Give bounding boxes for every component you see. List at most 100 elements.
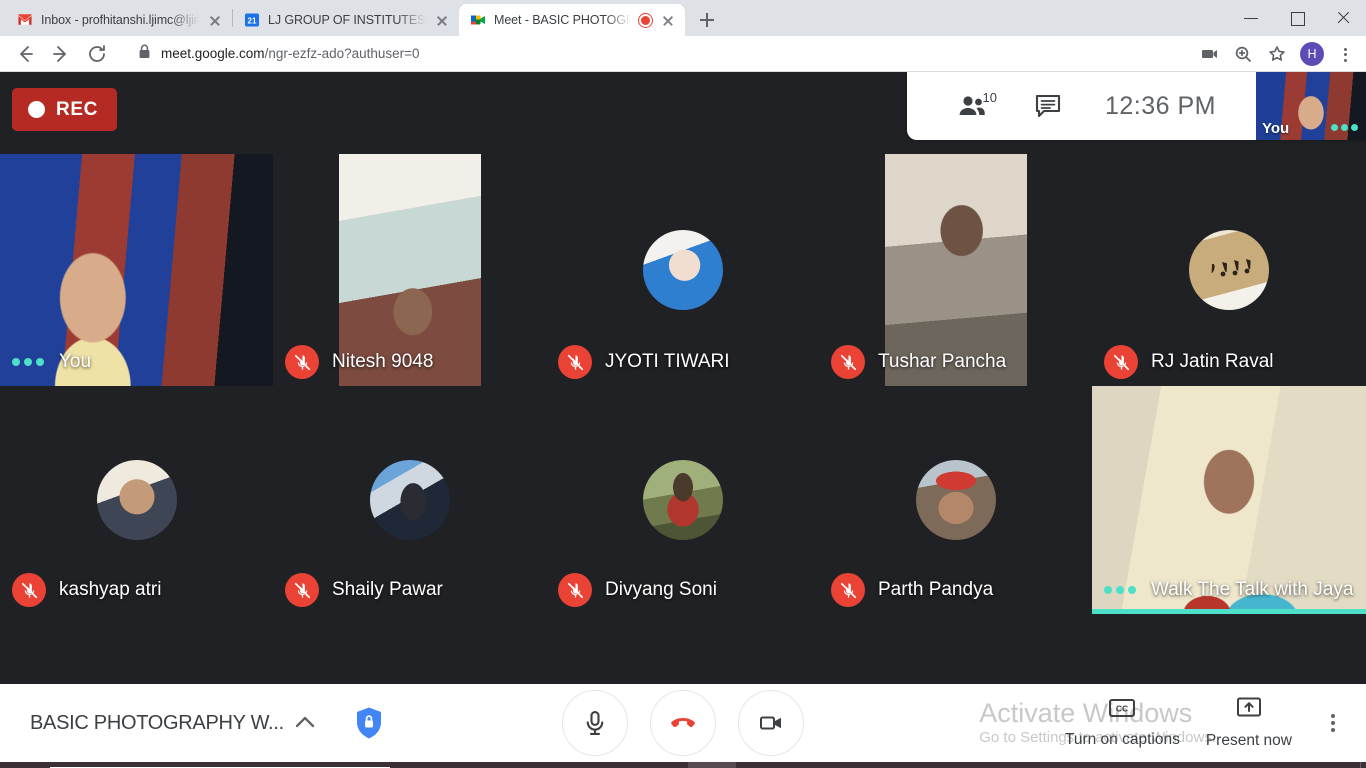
browser-tab-0[interactable]: Inbox - profhitanshi.ljimc@ljinstit <box>6 4 232 36</box>
microphone-button[interactable] <box>562 690 628 756</box>
record-dot-icon <box>28 101 45 118</box>
participant-tile-divyang-soni[interactable]: Divyang Soni <box>546 386 819 614</box>
more-vertical-icon[interactable] <box>1318 703 1344 743</box>
participant-tile-you[interactable]: You <box>0 154 273 386</box>
mail-icon[interactable] <box>640 762 688 768</box>
speaking-indicator-icon <box>12 358 46 366</box>
muted-mic-icon <box>285 345 319 379</box>
participant-tile-tushar-pancha[interactable]: Tushar Pancha <box>819 154 1092 386</box>
participant-name-row: Walk The Talk with Jaya <box>1092 566 1353 614</box>
avatar <box>642 460 723 540</box>
participant-tile-parth-pandya[interactable]: Parth Pandya <box>819 386 1092 614</box>
cast-icon[interactable] <box>1194 39 1224 69</box>
muted-mic-icon <box>831 573 865 607</box>
cortana-icon[interactable] <box>400 762 448 768</box>
tab-recording-indicator-icon <box>639 13 652 27</box>
google-chrome-icon[interactable] <box>688 762 736 768</box>
windows-start-icon[interactable] <box>0 762 48 768</box>
muted-mic-icon <box>12 573 46 607</box>
muted-mic-icon <box>285 573 319 607</box>
meeting-actions: CC Turn on captions Present now <box>915 696 1366 750</box>
bookmark-star-icon[interactable] <box>1262 39 1292 69</box>
self-view-thumbnail[interactable]: You <box>1256 72 1366 140</box>
back-arrow-icon[interactable] <box>8 37 42 71</box>
avatar <box>369 460 450 540</box>
meet-control-bar: BASIC PHOTOGRAPHY W... Activate Windows … <box>0 684 1366 762</box>
wifi-icon[interactable] <box>1164 762 1192 768</box>
close-icon[interactable] <box>434 12 450 28</box>
participant-name: kashyap atri <box>59 579 162 600</box>
battery-icon[interactable] <box>1136 762 1164 768</box>
new-tab-button[interactable] <box>693 6 721 34</box>
system-tray: ENG IN 12:36 PM 10/21/2020 <box>1108 762 1366 768</box>
window-minimize-button[interactable] <box>1228 0 1274 36</box>
participant-name-row: Shaily Pawar <box>273 566 443 614</box>
participant-tile-rj-jatin-raval[interactable]: RJ Jatin Raval <box>1092 154 1366 386</box>
address-bar[interactable]: meet.google.com/ngr-ezfz-ado?authuser=0 <box>124 39 1192 68</box>
window-close-button[interactable] <box>1320 0 1366 36</box>
participant-tile-kashyap-atri[interactable]: kashyap atri <box>0 386 273 614</box>
reload-icon[interactable] <box>80 37 114 71</box>
profile-avatar[interactable]: H <box>1300 41 1324 66</box>
microsoft-edge-icon[interactable] <box>496 762 544 768</box>
toolbar-right-icons: H <box>1194 39 1358 69</box>
task-view-icon[interactable] <box>448 762 496 768</box>
participant-name: Shaily Pawar <box>332 579 443 600</box>
file-explorer-icon[interactable] <box>544 762 592 768</box>
call-controls <box>451 690 915 756</box>
avatar <box>915 460 996 540</box>
url-text: meet.google.com/ngr-ezfz-ado?authuser=0 <box>161 46 420 61</box>
chrome-menu-icon[interactable] <box>1332 39 1358 69</box>
browser-tab-title: Inbox - profhitanshi.ljimc@ljinstit <box>41 13 199 27</box>
participant-name-row: JYOTI TIWARI <box>546 338 730 386</box>
meet-top-right-panel: 10 12:36 PM You <box>906 72 1366 140</box>
camera-button[interactable] <box>738 690 804 756</box>
captions-label: Turn on captions <box>1064 731 1180 748</box>
browser-tab-2[interactable]: Meet - BASIC PHOTOGRAPH <box>459 4 685 36</box>
microsoft-store-icon[interactable] <box>592 762 640 768</box>
speaking-indicator-icon <box>1104 586 1138 594</box>
google-meet-app: You Nitesh 9048 JYOTI TIWARI Tushar Panc… <box>0 72 1366 762</box>
zoom-icon[interactable] <box>1228 39 1258 69</box>
avatar <box>1189 230 1269 310</box>
participant-name-row: kashyap atri <box>0 566 161 614</box>
avatar <box>642 230 723 310</box>
browser-tab-1[interactable]: 21 LJ GROUP OF INSTITUTES - Calen <box>233 4 459 36</box>
window-maximize-button[interactable] <box>1274 0 1320 36</box>
participant-tile-walk-the-talk-with-jaya[interactable]: Walk The Talk with Jaya <box>1092 386 1366 614</box>
meeting-info: BASIC PHOTOGRAPHY W... <box>0 702 451 744</box>
closed-caption-icon: CC <box>1108 697 1136 724</box>
participant-name-row: Parth Pandya <box>819 566 993 614</box>
gmail-icon <box>17 12 33 28</box>
speaking-indicator-icon <box>1331 124 1358 131</box>
chevron-up-icon[interactable] <box>284 702 326 744</box>
google-meet-icon <box>470 12 486 28</box>
muted-mic-icon <box>831 345 865 379</box>
svg-text:21: 21 <box>248 17 257 26</box>
participant-name: Nitesh 9048 <box>332 351 434 372</box>
action-center-icon[interactable] <box>1330 762 1360 768</box>
participant-name-row: Divyang Soni <box>546 566 717 614</box>
participant-count: 10 <box>982 90 997 105</box>
close-icon[interactable] <box>660 12 676 28</box>
volume-icon[interactable] <box>1192 762 1220 768</box>
browser-tab-strip: Inbox - profhitanshi.ljimc@ljinstit 21 L… <box>0 0 1366 36</box>
turn-on-captions-button[interactable]: CC Turn on captions <box>1065 697 1180 749</box>
participant-tile-jyoti-tiwari[interactable]: JYOTI TIWARI <box>546 154 819 386</box>
chat-button[interactable] <box>1011 72 1085 140</box>
participant-tile-nitesh-9048[interactable]: Nitesh 9048 <box>273 154 546 386</box>
participant-name: Walk The Talk with Jaya <box>1151 579 1354 600</box>
close-icon[interactable] <box>207 12 223 28</box>
show-everyone-button[interactable]: 10 <box>937 72 1011 140</box>
participant-grid: You Nitesh 9048 JYOTI TIWARI Tushar Panc… <box>0 72 1366 762</box>
present-now-button[interactable]: Present now <box>1206 696 1292 750</box>
show-desktop-button[interactable] <box>1360 762 1366 768</box>
muted-mic-icon <box>1104 345 1138 379</box>
participant-tile-shaily-pawar[interactable]: Shaily Pawar <box>273 386 546 614</box>
recording-badge[interactable]: REC <box>12 88 117 131</box>
shield-lock-icon[interactable] <box>354 706 384 740</box>
end-call-button[interactable] <box>650 690 716 756</box>
forward-arrow-icon[interactable] <box>44 37 78 71</box>
show-hidden-icons-chevron[interactable] <box>1108 762 1136 768</box>
url-host: meet.google.com <box>161 46 265 61</box>
